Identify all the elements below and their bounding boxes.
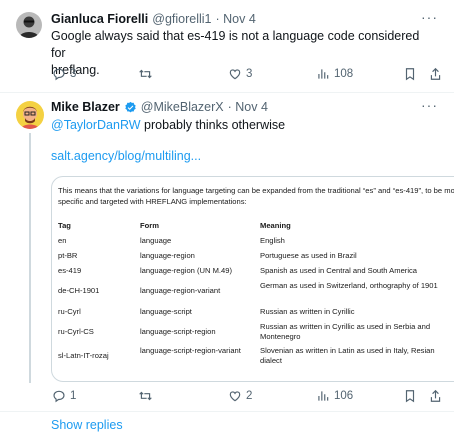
table-cell: de-CH-1901: [58, 286, 100, 295]
retweet-button[interactable]: [138, 389, 157, 403]
image-intro-text: This means that the variations for langu…: [58, 186, 454, 206]
reply-button[interactable]: 3: [52, 67, 76, 81]
table-cell: en: [58, 236, 67, 245]
verified-badge-icon: [125, 101, 136, 112]
tweet-gianluca[interactable]: Gianluca Fiorelli @gfiorelli1 · Nov 4 ··…: [0, 0, 454, 92]
like-icon: [229, 391, 241, 402]
author-name[interactable]: Mike Blazer: [51, 100, 120, 114]
author-handle[interactable]: @gfiorelli1: [152, 12, 211, 26]
reply-count: 1: [70, 390, 77, 402]
table-cell: Russian as written in Cyrillic: [260, 307, 355, 316]
table-cell: language-script-region: [140, 327, 216, 336]
reply-count: 3: [70, 68, 77, 80]
table-cell: language-region: [140, 251, 195, 260]
views-button[interactable]: 106: [316, 389, 353, 403]
table-cell: language-region-variant: [140, 286, 221, 295]
like-count: 3: [246, 68, 253, 80]
table-cell: Slovenian as written in Latin as used in…: [260, 346, 435, 365]
url-link[interactable]: salt.agency/blog/multiling...: [51, 148, 201, 165]
table-cell: Russian as written in Cyrillic as used i…: [260, 322, 431, 341]
avatar[interactable]: [16, 12, 42, 38]
tweet-divider: [0, 411, 454, 412]
share-button[interactable]: [429, 389, 442, 403]
like-count: 2: [246, 390, 253, 402]
like-button[interactable]: 2: [228, 389, 252, 403]
table-cell: ru-Cyrl: [58, 307, 81, 316]
view-count: 108: [334, 68, 354, 80]
table-cell: language-script-region-variant: [140, 346, 241, 355]
table-cell: Spanish as used in Central and South Ame…: [260, 266, 418, 275]
bookmark-button[interactable]: [404, 389, 416, 403]
table-cell: pt-BR: [58, 251, 78, 260]
like-icon: [229, 69, 241, 80]
reply-icon: [53, 390, 65, 403]
views-icon: [318, 391, 329, 401]
table-cell: ru-Cyrl-CS: [58, 327, 94, 336]
table-header-form: Form: [140, 221, 159, 230]
views-button[interactable]: 108: [316, 67, 353, 81]
bookmark-icon: [405, 390, 415, 403]
attached-image[interactable]: This means that the variations for langu…: [51, 176, 454, 382]
hreflang-table: Tag Form Meaning en language English pt-…: [58, 221, 454, 381]
tweet-text: probably thinks otherwise: [140, 118, 286, 132]
reply-button[interactable]: 1: [52, 389, 76, 403]
tweet-date[interactable]: · Nov 4: [228, 100, 268, 114]
more-icon[interactable]: ···: [421, 9, 438, 25]
author-name[interactable]: Gianluca Fiorelli: [51, 12, 148, 26]
avatar[interactable]: [16, 101, 44, 129]
more-icon[interactable]: ···: [421, 97, 438, 113]
author-handle[interactable]: @MikeBlazerX: [141, 100, 224, 114]
share-button[interactable]: [429, 67, 442, 81]
table-cell: sl-Latn-IT-rozaj: [58, 351, 109, 360]
table-cell: es-419: [58, 266, 82, 275]
view-count: 106: [334, 390, 354, 402]
table-header-tag: Tag: [58, 221, 71, 230]
table-cell: language-script: [140, 307, 192, 316]
bookmark-button[interactable]: [404, 67, 416, 81]
table-cell: language: [140, 236, 172, 245]
tweet-text-line: Google always said that es-419 is not a …: [51, 29, 420, 60]
reply-icon: [53, 68, 65, 81]
tweet-date[interactable]: · Nov 4: [216, 12, 256, 26]
thread-line: [29, 133, 31, 383]
table-cell: German as used in Switzerland, orthograp…: [260, 281, 438, 290]
mention-link[interactable]: @TaylorDanRW: [51, 118, 141, 132]
views-icon: [318, 69, 329, 79]
table-header-meaning: Meaning: [260, 221, 291, 230]
table-cell: Portuguese as used in Brazil: [260, 251, 357, 260]
retweet-icon: [139, 391, 152, 401]
bookmark-icon: [405, 68, 415, 81]
show-replies-link[interactable]: Show replies: [51, 418, 123, 432]
share-icon: [430, 67, 441, 80]
table-cell: language-region (UN M.49): [140, 266, 233, 275]
like-button[interactable]: 3: [228, 67, 252, 81]
share-icon: [430, 389, 441, 402]
retweet-button[interactable]: [138, 67, 157, 81]
table-cell: English: [260, 236, 285, 245]
retweet-icon: [139, 69, 152, 79]
